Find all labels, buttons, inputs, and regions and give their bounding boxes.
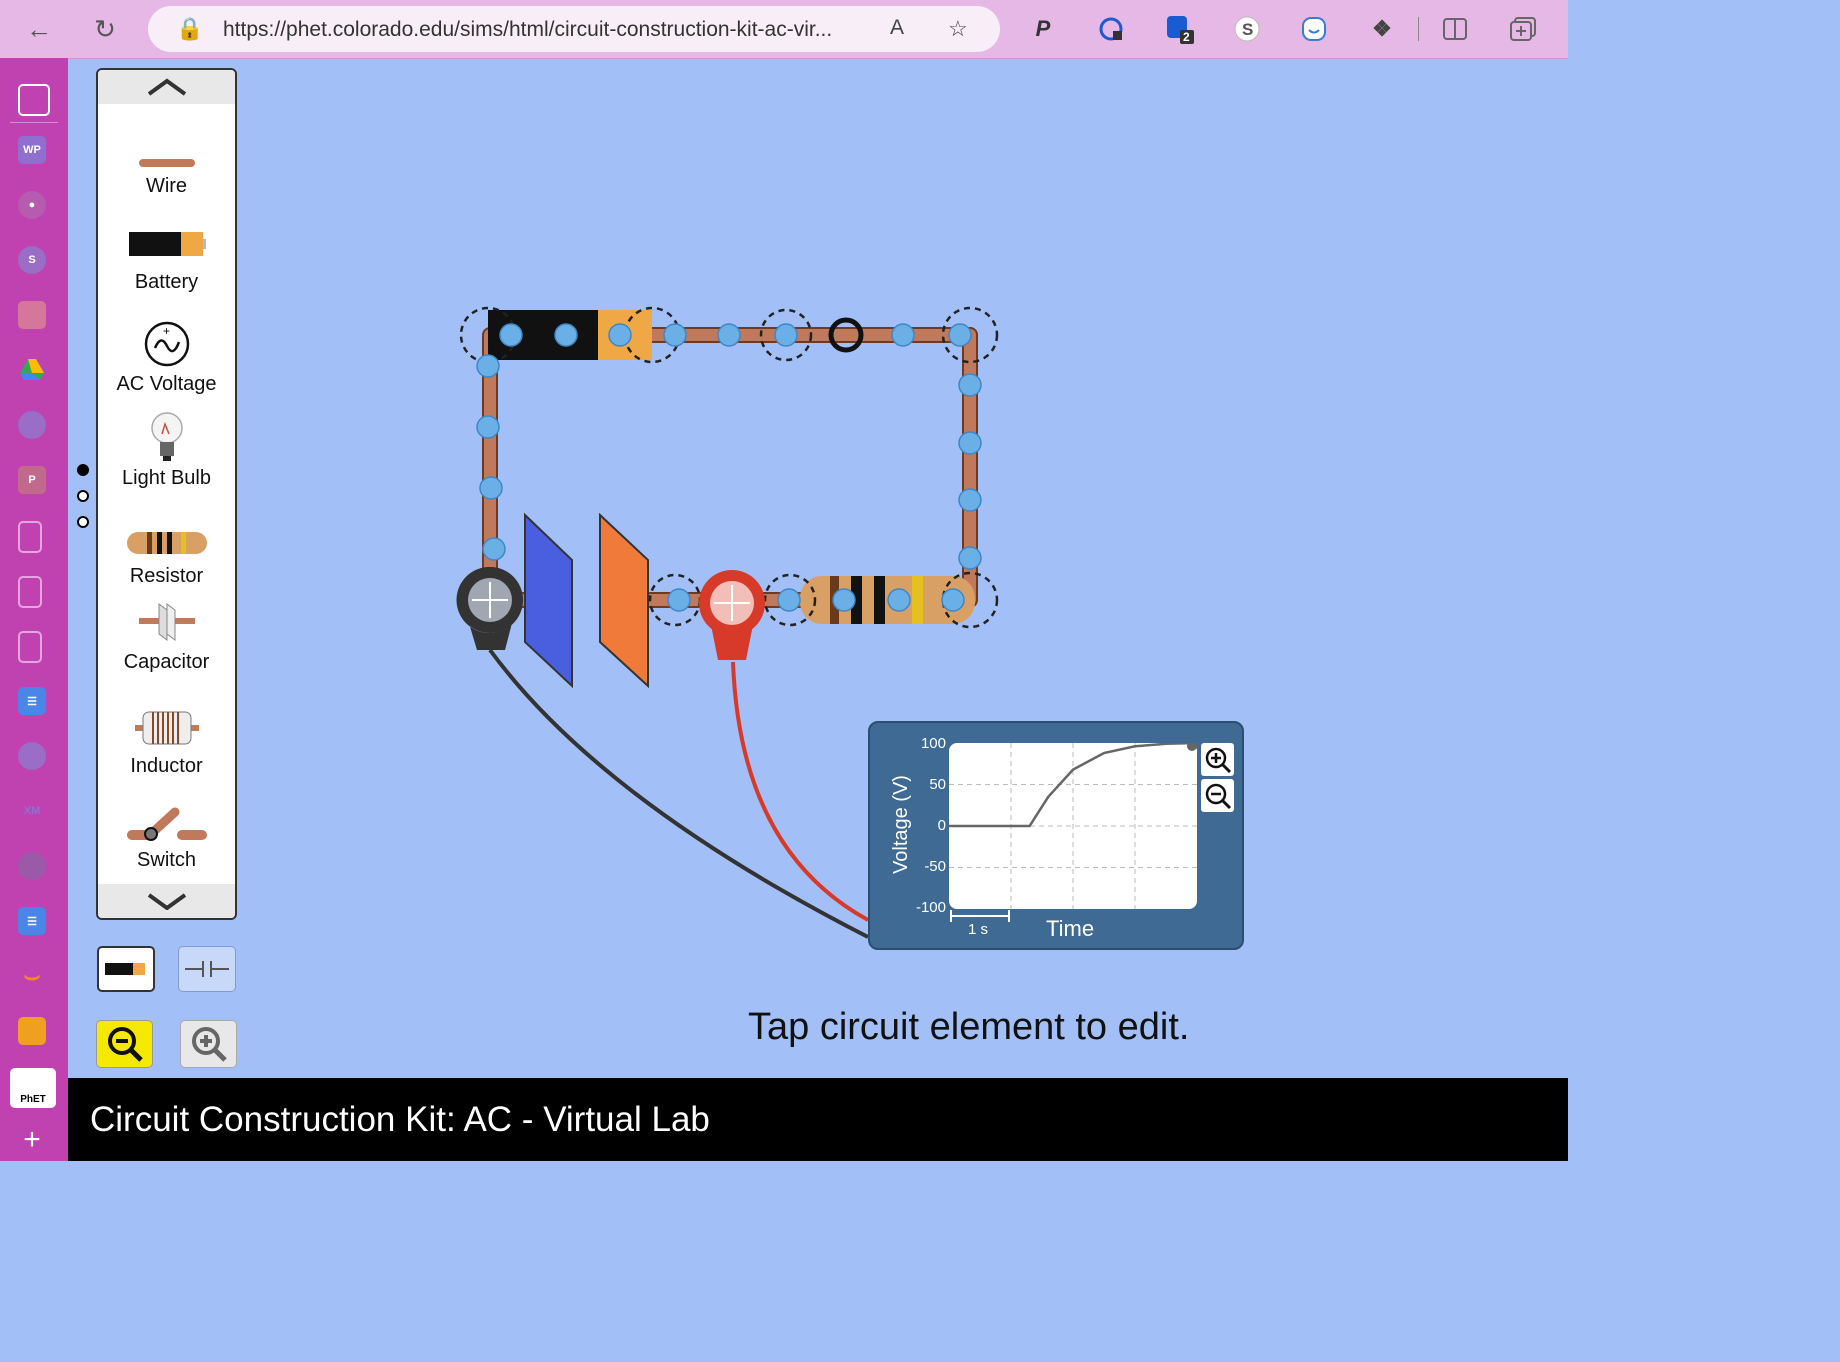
y-tick-label: 0 (937, 817, 946, 834)
app-title-bar: Circuit Construction Kit: AC - Virtual L… (68, 1078, 1568, 1161)
status-message: Tap circuit element to edit. (748, 1006, 1190, 1048)
zoom-in-icon (1205, 747, 1231, 773)
zoom-out-icon (1205, 783, 1231, 809)
y-tick-label: -50 (924, 858, 946, 875)
chart-x-axis-label: Time (1046, 916, 1095, 941)
time-scale-label: 1 s (968, 921, 989, 938)
y-tick-label: -100 (915, 899, 946, 916)
chart-zoom-out-button[interactable] (1201, 779, 1234, 812)
capacitor-component[interactable] (524, 512, 649, 689)
circuit-canvas[interactable] (0, 0, 1568, 1161)
red-voltage-probe[interactable] (699, 570, 765, 660)
y-tick-label: 100 (920, 735, 946, 752)
black-probe-wire (488, 648, 869, 939)
app-title: Circuit Construction Kit: AC - Virtual L… (90, 1100, 710, 1139)
voltage-chart-panel[interactable]: Voltage (V) 100 50 0 -50 -100 1 s Time (868, 721, 1244, 950)
voltage-chart-plot (949, 743, 1197, 909)
chart-zoom-in-button[interactable] (1201, 743, 1234, 776)
black-voltage-probe[interactable] (456, 567, 524, 650)
y-tick-label: 50 (929, 776, 946, 793)
red-probe-wire (731, 661, 869, 922)
